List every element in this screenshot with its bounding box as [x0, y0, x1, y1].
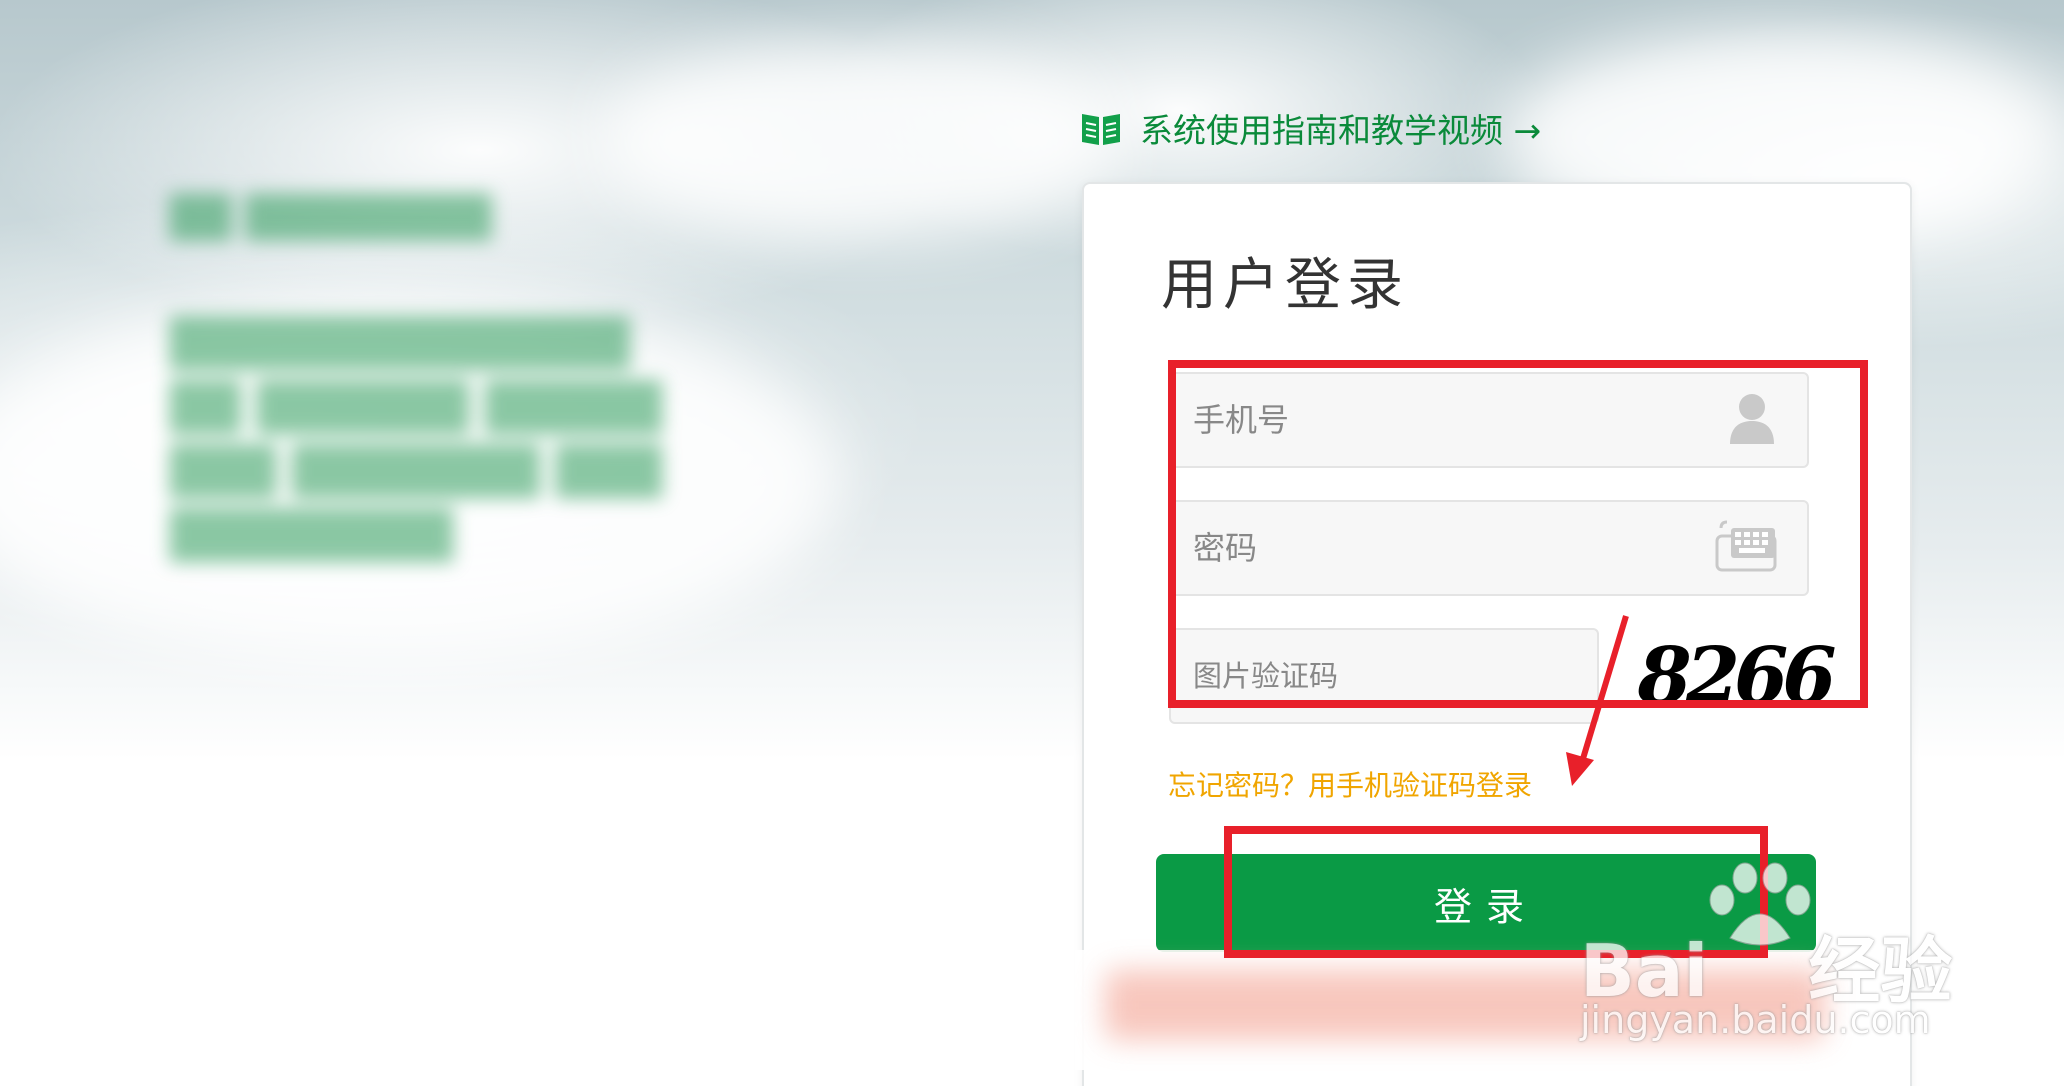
phone-field[interactable] — [1169, 372, 1809, 468]
blurred-promo-body: █████████████ ██ ██████ █████ ███ ██████… — [170, 316, 662, 562]
system-guide-link[interactable]: 系统使用指南和教学视频 → — [1080, 104, 1541, 152]
blurred-banner — [1105, 970, 1825, 1040]
system-guide-link-label: 系统使用指南和教学视频 → — [1140, 111, 1542, 150]
blurred-promo-heading: ██ ████████ — [170, 195, 492, 241]
captcha-field[interactable] — [1169, 628, 1599, 724]
password-field[interactable] — [1169, 500, 1809, 596]
forgot-password-link[interactable]: 忘记密码？用手机验证码登录 — [1168, 764, 1532, 804]
blurred-bottom-area — [1075, 950, 1875, 1070]
captcha-image[interactable]: 8266 — [1634, 624, 1836, 728]
blurred-promo-text: ██ ████████ █████████████ ██ ██████ ████… — [170, 195, 970, 567]
captcha-input[interactable] — [1193, 659, 1597, 693]
user-icon — [1727, 390, 1777, 450]
login-button[interactable]: 登录 — [1156, 854, 1816, 952]
login-title: 用户登录 — [1161, 253, 1409, 318]
book-icon — [1080, 108, 1122, 148]
phone-input[interactable] — [1193, 401, 1713, 439]
password-input[interactable] — [1193, 529, 1713, 567]
keyboard-icon[interactable] — [1715, 518, 1777, 578]
